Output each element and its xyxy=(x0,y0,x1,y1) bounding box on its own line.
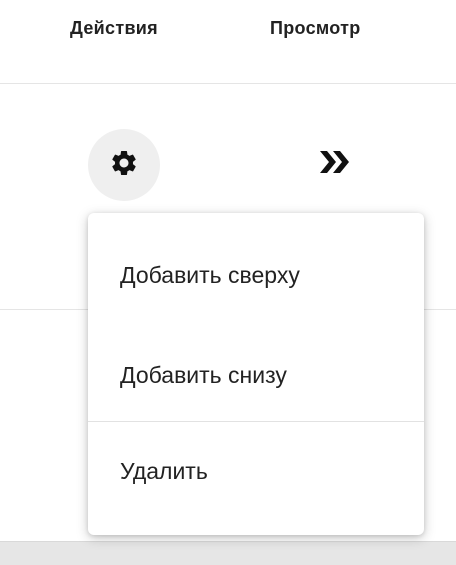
gear-icon xyxy=(109,148,139,183)
menu-item-add-below[interactable]: Добавить снизу xyxy=(88,343,424,407)
table-footer-strip xyxy=(0,541,456,565)
column-header-view: Просмотр xyxy=(270,18,361,38)
menu-item-add-above[interactable]: Добавить сверху xyxy=(88,243,424,307)
menu-divider xyxy=(88,421,424,422)
row-settings-button[interactable] xyxy=(88,129,160,201)
double-chevron-right-icon xyxy=(318,148,352,181)
table-header: Действия Просмотр xyxy=(0,0,456,84)
column-header-actions: Действия xyxy=(70,18,158,38)
table-view: Действия Просмотр Добавить сверху Добави… xyxy=(0,0,456,565)
menu-item-delete[interactable]: Удалить xyxy=(88,439,424,503)
view-details-button[interactable] xyxy=(312,144,358,184)
row-actions-menu: Добавить сверху Добавить снизу Удалить xyxy=(88,213,424,535)
